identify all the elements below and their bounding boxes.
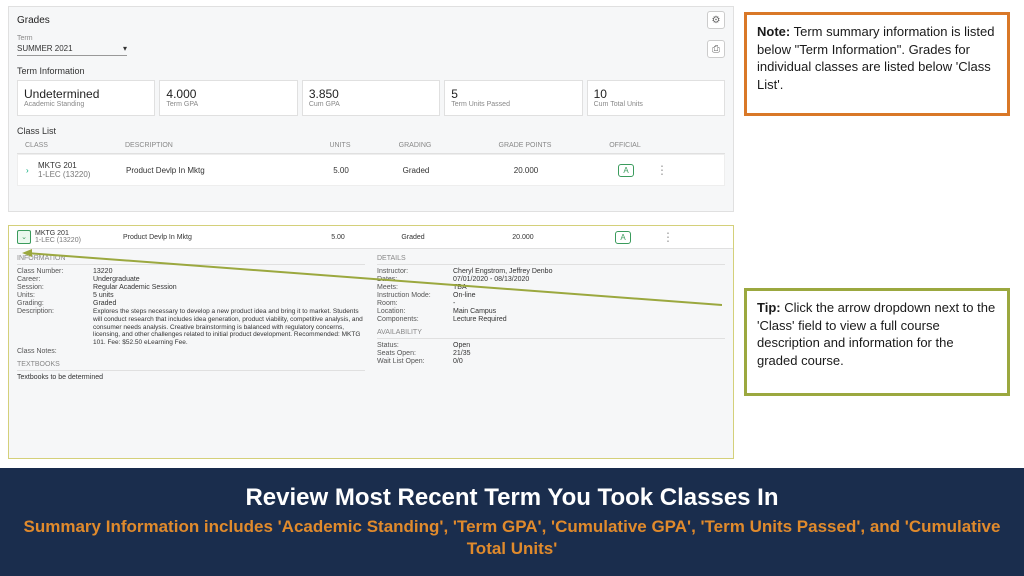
details-section: DETAILS Instructor:Cheryl Engstrom, Jeff… [377,255,725,381]
term-label: Term [17,35,127,42]
term-info-heading: Term Information [17,66,725,76]
table-row[interactable]: › MKTG 2011-LEC (13220) Product Devlp In… [17,154,725,186]
term-tiles: UndeterminedAcademic Standing 4.000Term … [9,80,733,116]
tile-cum-gpa: 3.850Cum GPA [302,80,440,116]
footer-title: Review Most Recent Term You Took Classes… [245,484,778,512]
footer-subtitle: Summary Information includes 'Academic S… [20,516,1004,560]
grade-badge: A [618,164,633,177]
chevron-down-icon: ▾ [123,44,127,53]
class-list-heading: Class List [17,126,725,136]
gear-icon[interactable]: ⚙ [707,11,725,29]
information-section: INFORMATION Class Number:13220 Career:Un… [17,255,365,381]
page-title: Grades [17,15,50,26]
grade-badge: A [615,231,630,244]
tip-callout: Tip: Click the arrow dropdown next to th… [744,288,1010,396]
tile-academic-standing: UndeterminedAcademic Standing [17,80,155,116]
more-icon[interactable]: ⋮ [656,163,668,177]
table-row-expanded[interactable]: ⌄ MKTG 2011-LEC (13220) Product Devlp In… [9,226,733,249]
collapse-icon[interactable]: ⌄ [17,230,31,244]
tile-cum-units: 10Cum Total Units [587,80,725,116]
more-icon[interactable]: ⋮ [662,230,674,244]
grades-panel: Grades ⚙ Term SUMMER 2021▾ ⎙ Term Inform… [8,6,734,212]
table-header: CLASS DESCRIPTION UNITS GRADING GRADE PO… [17,138,725,154]
textbooks-text: Textbooks to be determined [17,374,365,381]
tile-term-units: 5Term Units Passed [444,80,582,116]
expand-icon[interactable]: › [26,166,38,175]
print-icon[interactable]: ⎙ [707,40,725,58]
note-callout: Note: Term summary information is listed… [744,12,1010,116]
term-select[interactable]: SUMMER 2021▾ [17,42,127,56]
footer-banner: Review Most Recent Term You Took Classes… [0,468,1024,576]
expanded-class-panel: ⌄ MKTG 2011-LEC (13220) Product Devlp In… [8,225,734,459]
tile-term-gpa: 4.000Term GPA [159,80,297,116]
